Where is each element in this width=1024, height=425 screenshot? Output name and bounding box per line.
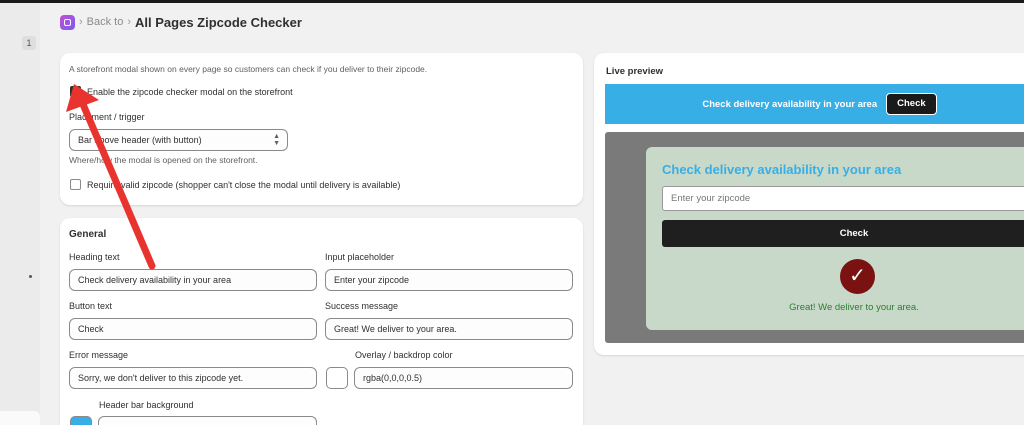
breadcrumb: › Back to › All Pages Zipcode Checker xyxy=(60,12,302,32)
general-title: General xyxy=(69,229,107,240)
button-text-label: Button text xyxy=(69,301,113,311)
checkmark-icon: ✓ xyxy=(71,86,80,96)
preview-modal-heading: Check delivery availability in your area xyxy=(662,162,902,177)
heading-text-label: Heading text xyxy=(69,252,120,262)
header-bar-bg-input[interactable] xyxy=(98,416,317,425)
select-arrows-icon: ▲ ▼ xyxy=(273,133,280,147)
require-zipcode-checkbox[interactable] xyxy=(70,179,81,190)
overlay-color-label: Overlay / backdrop color xyxy=(355,350,453,360)
preview-bar-text: Check delivery availability in your area xyxy=(702,98,878,110)
success-message-input[interactable]: Great! We deliver to your area. xyxy=(325,318,573,340)
rail-footer xyxy=(0,411,40,425)
placement-value: Bar above header (with button) xyxy=(78,135,202,145)
preview-backdrop: Check delivery availability in your area… xyxy=(605,132,1024,343)
general-card: General Heading text Check delivery avai… xyxy=(60,218,583,425)
page-title: All Pages Zipcode Checker xyxy=(135,14,302,30)
preview-success-message: Great! We deliver to your area. xyxy=(789,302,919,313)
success-check-icon: ✓ xyxy=(840,259,875,294)
left-rail: 1 xyxy=(0,3,40,425)
header-bar-bg-label: Header bar background xyxy=(99,400,194,410)
preview-check-button[interactable]: Check xyxy=(662,220,1024,247)
page-number-badge: 1 xyxy=(22,36,36,50)
live-preview-card: Live preview Check delivery availability… xyxy=(594,53,1024,355)
overlay-color-input[interactable]: rgba(0,0,0,0.5) xyxy=(354,367,573,389)
input-placeholder-input[interactable]: Enter your zipcode xyxy=(325,269,573,291)
heading-text-input[interactable]: Check delivery availability in your area xyxy=(69,269,317,291)
placement-help: Where/how the modal is opened on the sto… xyxy=(69,155,258,165)
error-message-label: Error message xyxy=(69,350,129,360)
settings-description: A storefront modal shown on every page s… xyxy=(69,64,428,74)
placement-label: Placement / trigger xyxy=(69,112,145,122)
overlay-color-swatch[interactable] xyxy=(326,367,348,389)
chevron-right-icon: › xyxy=(127,16,132,28)
error-message-input[interactable]: Sorry, we don't deliver to this zipcode … xyxy=(69,367,317,389)
preview-modal: Check delivery availability in your area… xyxy=(646,147,1024,330)
top-bar xyxy=(0,0,1024,3)
back-link[interactable]: Back to xyxy=(87,16,124,28)
button-text-input[interactable]: Check xyxy=(69,318,317,340)
success-message-label: Success message xyxy=(325,301,399,311)
enable-modal-label: Enable the zipcode checker modal on the … xyxy=(87,87,293,97)
chevron-right-icon: › xyxy=(79,16,83,28)
preview-zipcode-input[interactable]: Enter your zipcode xyxy=(662,186,1024,211)
app-icon[interactable] xyxy=(60,14,75,30)
input-placeholder-label: Input placeholder xyxy=(325,252,395,262)
require-zipcode-label: Require valid zipcode (shopper can't clo… xyxy=(87,180,401,190)
rail-dot xyxy=(29,275,32,278)
enable-modal-checkbox[interactable]: ✓ xyxy=(70,86,81,97)
header-bar-bg-swatch[interactable] xyxy=(70,416,92,425)
settings-card: A storefront modal shown on every page s… xyxy=(60,53,583,205)
placement-select[interactable]: Bar above header (with button) ▲ ▼ xyxy=(69,129,288,151)
preview-header-bar: Check delivery availability in your area… xyxy=(605,84,1024,124)
preview-bar-check-button[interactable]: Check xyxy=(886,93,937,115)
live-preview-title: Live preview xyxy=(606,66,664,77)
